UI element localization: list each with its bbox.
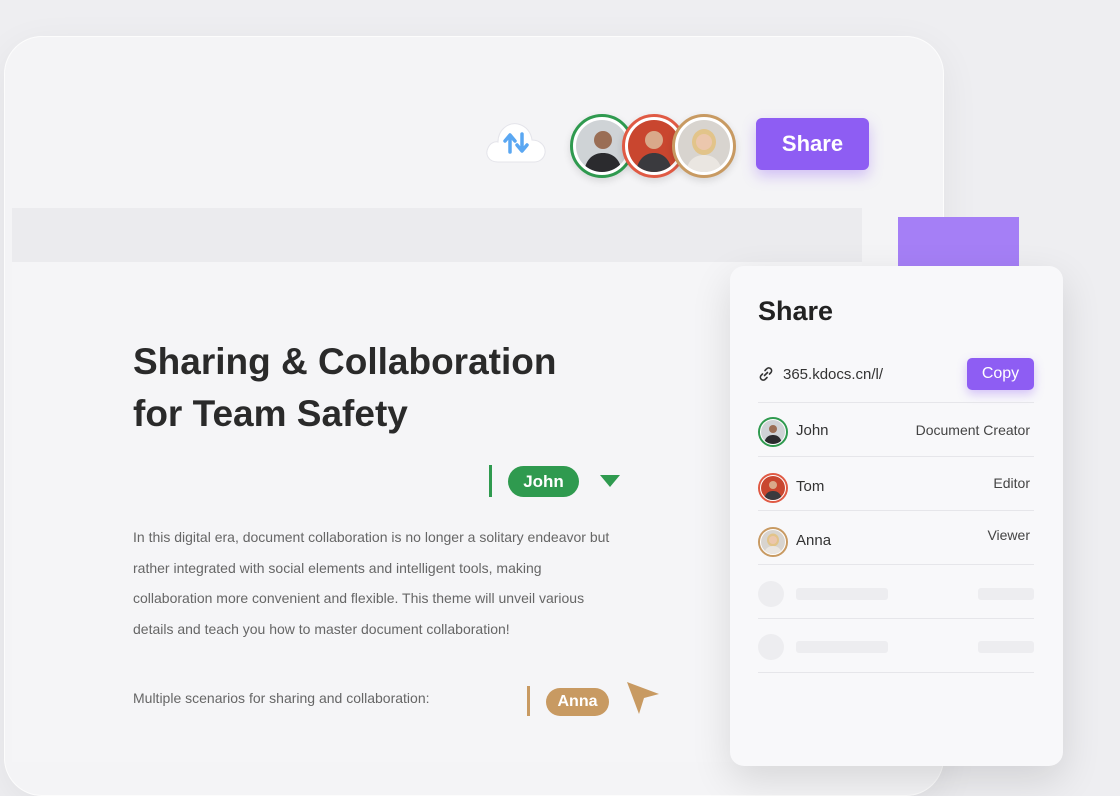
share-panel: Share 365.kdocs.cn/l/ Copy John Document… <box>730 266 1063 766</box>
document-title: Sharing & Collaboration for Team Safety <box>133 341 557 434</box>
member-row-john[interactable]: John Document Creator <box>758 414 1030 450</box>
share-button[interactable]: Share <box>756 118 869 170</box>
placeholder-bar <box>978 588 1034 600</box>
placeholder-avatar <box>758 634 784 660</box>
person-icon <box>761 476 785 500</box>
member-avatar <box>758 473 788 503</box>
share-link-text[interactable]: 365.kdocs.cn/l/ <box>783 366 883 383</box>
member-role[interactable]: Editor <box>993 475 1030 491</box>
document-body: In this digital era, document collaborat… <box>133 529 610 637</box>
divider <box>758 402 1034 403</box>
avatar-anna[interactable] <box>672 114 736 178</box>
copy-link-button[interactable]: Copy <box>967 358 1034 390</box>
placeholder-bar <box>796 588 888 600</box>
member-avatar <box>758 417 788 447</box>
member-name: Tom <box>796 478 825 495</box>
placeholder-row <box>758 581 1034 607</box>
cursor-tag-john: John <box>508 466 579 497</box>
share-link-row: 365.kdocs.cn/l/ Copy <box>758 358 1034 392</box>
text-cursor-anna <box>527 686 530 716</box>
text-cursor-john <box>489 465 492 497</box>
divider <box>758 564 1034 565</box>
divider <box>758 618 1034 619</box>
document-header-strip <box>12 208 862 262</box>
divider <box>758 510 1034 511</box>
share-panel-title: Share <box>758 296 834 326</box>
placeholder-avatar <box>758 581 784 607</box>
member-role[interactable]: Document Creator <box>916 422 1030 438</box>
cloud-sync-icon[interactable] <box>484 116 548 168</box>
document-subheading: Multiple scenarios for sharing and colla… <box>133 690 430 706</box>
member-role[interactable]: Viewer <box>987 527 1030 543</box>
person-icon <box>678 120 730 172</box>
dropdown-arrow-icon[interactable] <box>600 475 620 489</box>
person-icon <box>761 530 785 554</box>
member-avatar <box>758 527 788 557</box>
member-row-anna[interactable]: Anna Viewer <box>758 524 1030 560</box>
mouse-pointer-icon <box>625 680 661 716</box>
link-icon <box>758 366 774 382</box>
member-name: John <box>796 422 829 439</box>
placeholder-bar <box>978 641 1034 653</box>
divider <box>758 672 1034 673</box>
cursor-tag-anna: Anna <box>546 688 609 716</box>
placeholder-bar <box>796 641 888 653</box>
member-row-tom[interactable]: Tom Editor <box>758 470 1030 506</box>
divider <box>758 456 1034 457</box>
person-icon <box>576 120 628 172</box>
placeholder-row <box>758 634 1034 660</box>
member-name: Anna <box>796 532 832 549</box>
person-icon <box>761 420 785 444</box>
